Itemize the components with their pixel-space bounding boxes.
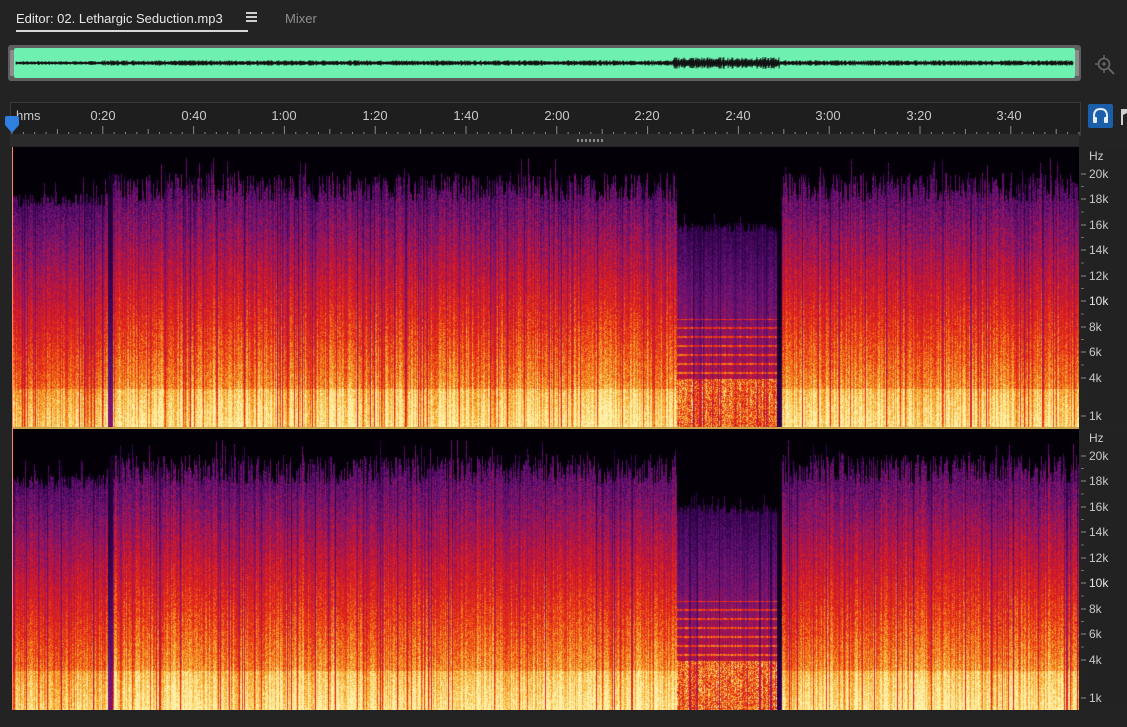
spectrogram-canvas xyxy=(13,147,1079,428)
frequency-label: 18k xyxy=(1089,474,1109,488)
overview-waveform[interactable] xyxy=(8,45,1081,81)
frequency-label: 14k xyxy=(1089,243,1109,257)
frequency-label: 20k xyxy=(1089,449,1109,463)
frequency-label: 12k xyxy=(1089,551,1109,565)
spectrogram-channel-right[interactable] xyxy=(13,429,1079,710)
frequency-label: 14k xyxy=(1089,525,1109,539)
headphones-button[interactable] xyxy=(1088,104,1113,128)
frequency-unit-label: Hz xyxy=(1089,149,1104,163)
time-label: 3:00 xyxy=(815,108,841,123)
frequency-label: 16k xyxy=(1089,500,1109,514)
frequency-label: 12k xyxy=(1089,269,1109,283)
time-label: 3:20 xyxy=(906,108,932,123)
frequency-label: 6k xyxy=(1089,627,1102,641)
frequency-unit-label: Hz xyxy=(1089,431,1104,445)
playhead-marker-icon[interactable] xyxy=(4,116,20,134)
spectrogram-canvas xyxy=(13,429,1079,710)
hamburger-menu-icon[interactable] xyxy=(246,12,257,22)
drag-handle-icon[interactable] xyxy=(577,139,605,142)
tab-mixer[interactable]: Mixer xyxy=(285,10,317,28)
frequency-label: 8k xyxy=(1089,320,1102,334)
frequency-label: 4k xyxy=(1089,653,1102,667)
time-label: 0:40 xyxy=(181,108,207,123)
frequency-label: 18k xyxy=(1089,192,1109,206)
time-label: 3:40 xyxy=(996,108,1022,123)
spectrogram-channel-left[interactable] xyxy=(13,147,1079,428)
time-label: 0:20 xyxy=(90,108,116,123)
frequency-label: 6k xyxy=(1089,345,1102,359)
frequency-ruler-ticks xyxy=(1081,455,1086,699)
tab-editor[interactable]: Editor: 02. Lethargic Seduction.mp3 xyxy=(16,10,248,32)
frequency-label: 10k xyxy=(1089,576,1109,590)
time-ruler[interactable]: hms 0:20 0:40 1:00 1:20 1:40 2:00 2:20 2… xyxy=(10,102,1081,136)
frequency-label: 20k xyxy=(1089,167,1109,181)
frequency-label: 8k xyxy=(1089,602,1102,616)
frequency-ruler-ticks xyxy=(1081,173,1086,417)
frequency-label: 1k xyxy=(1089,691,1102,705)
time-label: 1:40 xyxy=(453,108,479,123)
headphones-icon xyxy=(1093,107,1108,123)
marker-flag-icon[interactable] xyxy=(1120,108,1127,126)
time-label: 2:40 xyxy=(725,108,751,123)
frequency-label: 1k xyxy=(1089,409,1102,423)
frequency-label: 4k xyxy=(1089,371,1102,385)
panel-splitter[interactable] xyxy=(10,134,1079,146)
frequency-ruler-bottom: Hz 20k 18k 16k 14k 12k 10k 8k 6k 4k 1k xyxy=(1081,429,1127,710)
playhead-cursor-line xyxy=(12,147,13,710)
panel-tab-bar: Editor: 02. Lethargic Seduction.mp3 Mixe… xyxy=(0,0,1127,40)
time-label: 2:20 xyxy=(634,108,660,123)
zoom-target-icon[interactable] xyxy=(1094,53,1116,75)
frequency-ruler-top: Hz 20k 18k 16k 14k 12k 10k 8k 6k 4k 1k xyxy=(1081,147,1127,428)
time-label: 1:00 xyxy=(271,108,297,123)
time-label: 1:20 xyxy=(362,108,388,123)
bottom-bar xyxy=(0,711,1127,727)
overview-waveform-graphic xyxy=(10,48,1079,78)
frequency-label: 10k xyxy=(1089,294,1109,308)
frequency-label: 16k xyxy=(1089,218,1109,232)
time-label: 2:00 xyxy=(544,108,570,123)
